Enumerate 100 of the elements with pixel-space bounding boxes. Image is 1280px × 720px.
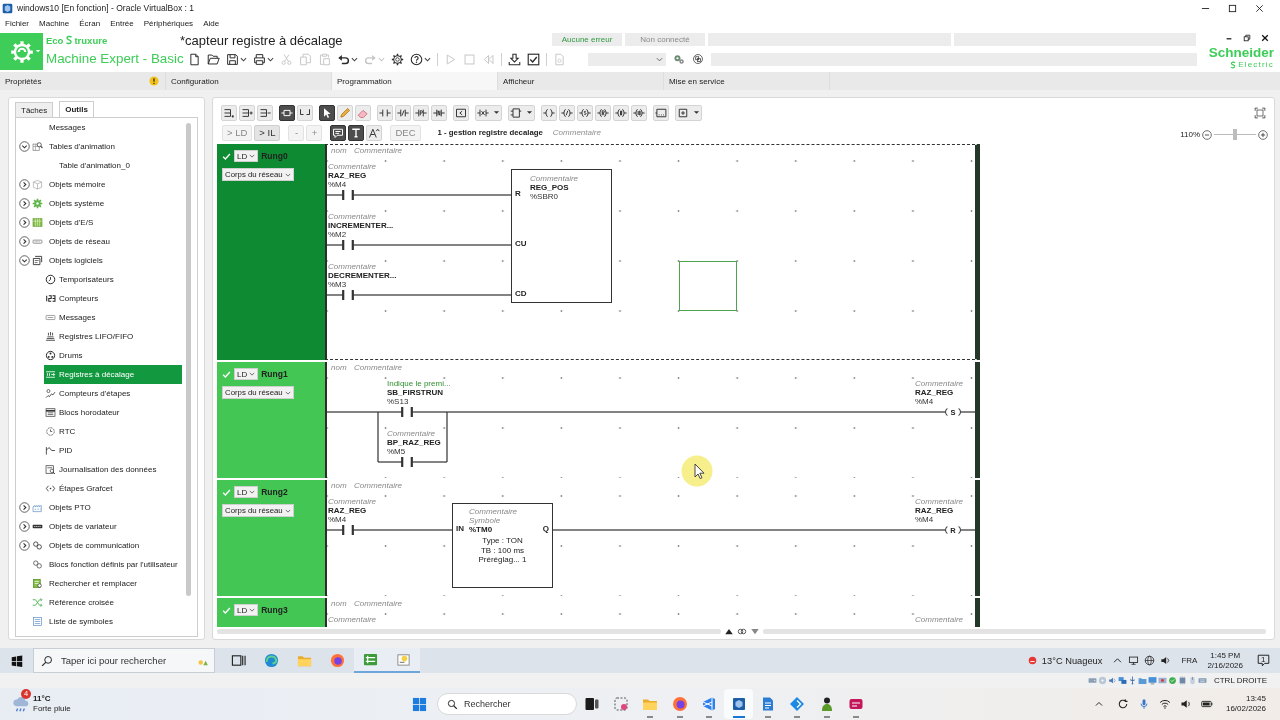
font-size-button[interactable] (366, 124, 383, 141)
tree-item[interactable]: Drums (44, 346, 182, 365)
triangle-down-icon[interactable] (749, 627, 760, 636)
tree-item[interactable]: Référence croisée (16, 593, 182, 612)
slider-thumb[interactable] (1233, 129, 1237, 140)
save-icon[interactable] (226, 52, 239, 66)
rung-canvas[interactable]: nom Commentaire Commentaire Commentaire (325, 598, 980, 627)
menu-item[interactable]: Écran (79, 19, 101, 28)
tree-item[interactable]: Blocs fonction définis par l'utilisateur (16, 555, 182, 574)
caret-icon[interactable] (351, 55, 358, 63)
tree-item[interactable]: Rechercher et remplacer (16, 574, 182, 593)
undo-icon[interactable] (337, 52, 350, 66)
menu-item[interactable]: Entrée (110, 19, 134, 28)
language-dropdown[interactable]: LD (234, 368, 259, 380)
chevron-right-icon[interactable] (19, 502, 30, 513)
tree-item[interactable]: Journalisation des données (44, 460, 182, 479)
rung-header[interactable]: LD Rung3 (217, 598, 325, 627)
menu-item[interactable]: Machine (39, 19, 70, 28)
tree-item[interactable]: Objets mémoire (16, 175, 182, 194)
negated-coil-button[interactable] (559, 104, 575, 121)
tree-item[interactable]: Objets logiciels (16, 251, 182, 270)
clock-date[interactable]: 2/16/2026 (1207, 660, 1243, 671)
name-placeholder[interactable]: nom (331, 481, 347, 491)
help-icon[interactable] (410, 52, 423, 66)
notification-icon[interactable] (1257, 654, 1270, 667)
chevron-right-icon[interactable] (19, 217, 30, 228)
lines-dot-button[interactable] (221, 104, 237, 121)
bracket-button[interactable] (297, 104, 313, 121)
contact-symbol[interactable] (342, 290, 354, 300)
zoom-in-icon[interactable] (1258, 129, 1268, 140)
caret-icon[interactable] (526, 109, 533, 116)
chevron-right-icon[interactable] (19, 540, 30, 551)
tree-item[interactable]: Compteurs d'étapes (44, 384, 182, 403)
close-icon[interactable] (1261, 34, 1269, 42)
settings-icon[interactable] (391, 52, 404, 66)
tree-item[interactable]: Étapes Grafcet (44, 479, 182, 498)
rising-edge-contact-button[interactable] (413, 104, 429, 121)
display-icon[interactable] (1147, 676, 1157, 685)
comment-placeholder[interactable]: Commentaire (354, 146, 402, 156)
chevron-right-icon[interactable] (19, 236, 30, 247)
tree-item[interactable]: Objets de réseau (16, 232, 182, 251)
tree-item[interactable]: RTC (44, 422, 182, 441)
tree-item[interactable]: Table d'animation_0 (44, 156, 182, 175)
crossed-contact-button[interactable] (475, 104, 502, 121)
name-placeholder[interactable]: nom (331, 363, 347, 373)
call-coil-button[interactable] (631, 104, 647, 121)
record-icon[interactable] (1157, 676, 1167, 685)
scrollbar-thumb[interactable] (186, 123, 191, 596)
tree-item[interactable]: Tables d'animation (16, 137, 182, 156)
search-field[interactable]: Taper ici pour rechercher (33, 648, 215, 673)
tree-item[interactable]: Messages (16, 118, 182, 137)
search-field[interactable]: Rechercher (437, 693, 577, 715)
comment-placeholder[interactable]: Commentaire (354, 599, 402, 609)
caret-icon[interactable] (267, 55, 274, 63)
clock-date[interactable]: 16/02/2026 (1225, 704, 1266, 715)
wifi-icon[interactable] (1158, 698, 1171, 710)
rung-canvas[interactable]: nom Commentaire Commentaire RAZ_REG %M4 Commentaire INCREMENTER... %M2 Commentaire DECREMENTER... %M3 Commentaire REG_POS R %SBR0 CU CD (325, 144, 980, 360)
triangle-up-icon[interactable] (723, 627, 734, 636)
tree-item[interactable]: Compteurs (44, 289, 182, 308)
tree-item[interactable]: Objets PTO (16, 498, 182, 517)
caret-icon[interactable] (493, 109, 500, 116)
language-dropdown[interactable]: LD (234, 604, 259, 616)
branch-box-button[interactable] (279, 104, 295, 121)
squares-in-circle-icon[interactable] (691, 53, 704, 65)
function-block-button[interactable] (508, 104, 535, 121)
microphone-icon[interactable] (1137, 698, 1150, 710)
restore-icon[interactable] (1243, 34, 1251, 42)
contact-button[interactable] (377, 104, 393, 121)
scrollbar-track[interactable] (762, 629, 1266, 634)
rain-cloud-icon[interactable] (12, 695, 30, 713)
windows-logo-icon[interactable] (10, 654, 23, 667)
pointer-button[interactable] (319, 104, 335, 121)
monitor-icon[interactable] (1128, 655, 1140, 666)
contact-symbol[interactable] (401, 457, 413, 467)
shared-folder-icon[interactable] (1137, 676, 1147, 685)
chevron-right-icon[interactable] (19, 521, 30, 532)
tree-item[interactable]: Registres LIFO/FIFO (44, 327, 182, 346)
speaker-icon[interactable] (1179, 698, 1192, 710)
tree-item[interactable]: PID (44, 441, 182, 460)
comment-placeholder[interactable]: Commentaire (354, 481, 402, 491)
tree-item[interactable]: Blocs horodateur (44, 403, 182, 422)
panel-tab[interactable]: Outils (59, 101, 94, 117)
gears-icon[interactable] (672, 53, 685, 65)
globe-icon[interactable] (1144, 655, 1156, 666)
compare-block-button[interactable] (453, 104, 469, 121)
name-placeholder[interactable]: nom (331, 599, 347, 609)
operation-block-button[interactable] (653, 104, 669, 121)
falling-edge-contact-button[interactable] (431, 104, 447, 121)
coil-button[interactable] (541, 104, 557, 121)
chevron-right-icon[interactable] (19, 198, 30, 209)
set-coil-button[interactable] (577, 104, 593, 121)
language-dropdown[interactable]: LD (234, 150, 259, 162)
input-language[interactable]: FRA (1181, 656, 1198, 665)
text-tool-button[interactable] (348, 124, 365, 141)
timer-block[interactable]: IN Commentaire Symbole %TM0 Q Type : TON TB : 100 ms Préréglag... 1 (452, 503, 553, 588)
panel-tab[interactable]: Tâches (15, 102, 54, 117)
comment-placeholder[interactable]: Commentaire (552, 128, 601, 137)
contact-symbol[interactable] (401, 407, 413, 417)
caret-icon[interactable] (240, 55, 247, 63)
chevron-down-icon[interactable] (19, 141, 30, 152)
